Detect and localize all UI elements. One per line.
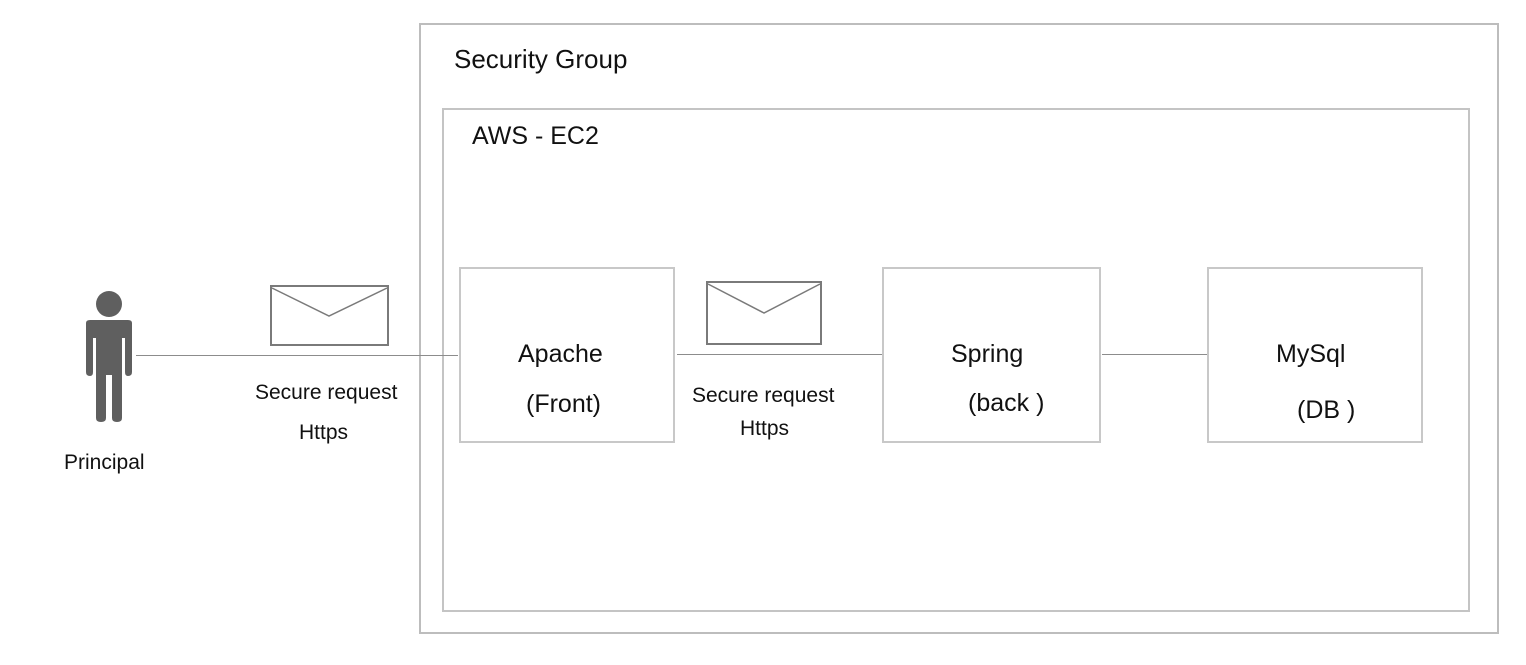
- spring-role: (back ): [968, 389, 1045, 417]
- connector-apache-spring: [677, 354, 883, 355]
- spring-name: Spring: [951, 340, 1024, 368]
- principal-label: Principal: [64, 451, 145, 474]
- connector-principal-apache: [136, 355, 458, 356]
- mysql-name: MySql: [1276, 340, 1346, 368]
- envelope-icon: [706, 281, 822, 345]
- mysql-role: (DB ): [1297, 396, 1356, 424]
- request-1-label: Secure request: [255, 381, 398, 404]
- apache-role: (Front): [526, 390, 601, 418]
- request-2-protocol: Https: [740, 417, 790, 440]
- request-1-protocol: Https: [299, 421, 349, 444]
- connector-spring-mysql: [1102, 354, 1208, 355]
- apache-name: Apache: [518, 340, 603, 368]
- ec2-label: AWS - EC2: [472, 122, 599, 150]
- person-icon: [86, 291, 132, 422]
- request-2-label: Secure request: [692, 384, 835, 407]
- envelope-icon: [270, 285, 389, 346]
- security-group-label: Security Group: [454, 44, 628, 74]
